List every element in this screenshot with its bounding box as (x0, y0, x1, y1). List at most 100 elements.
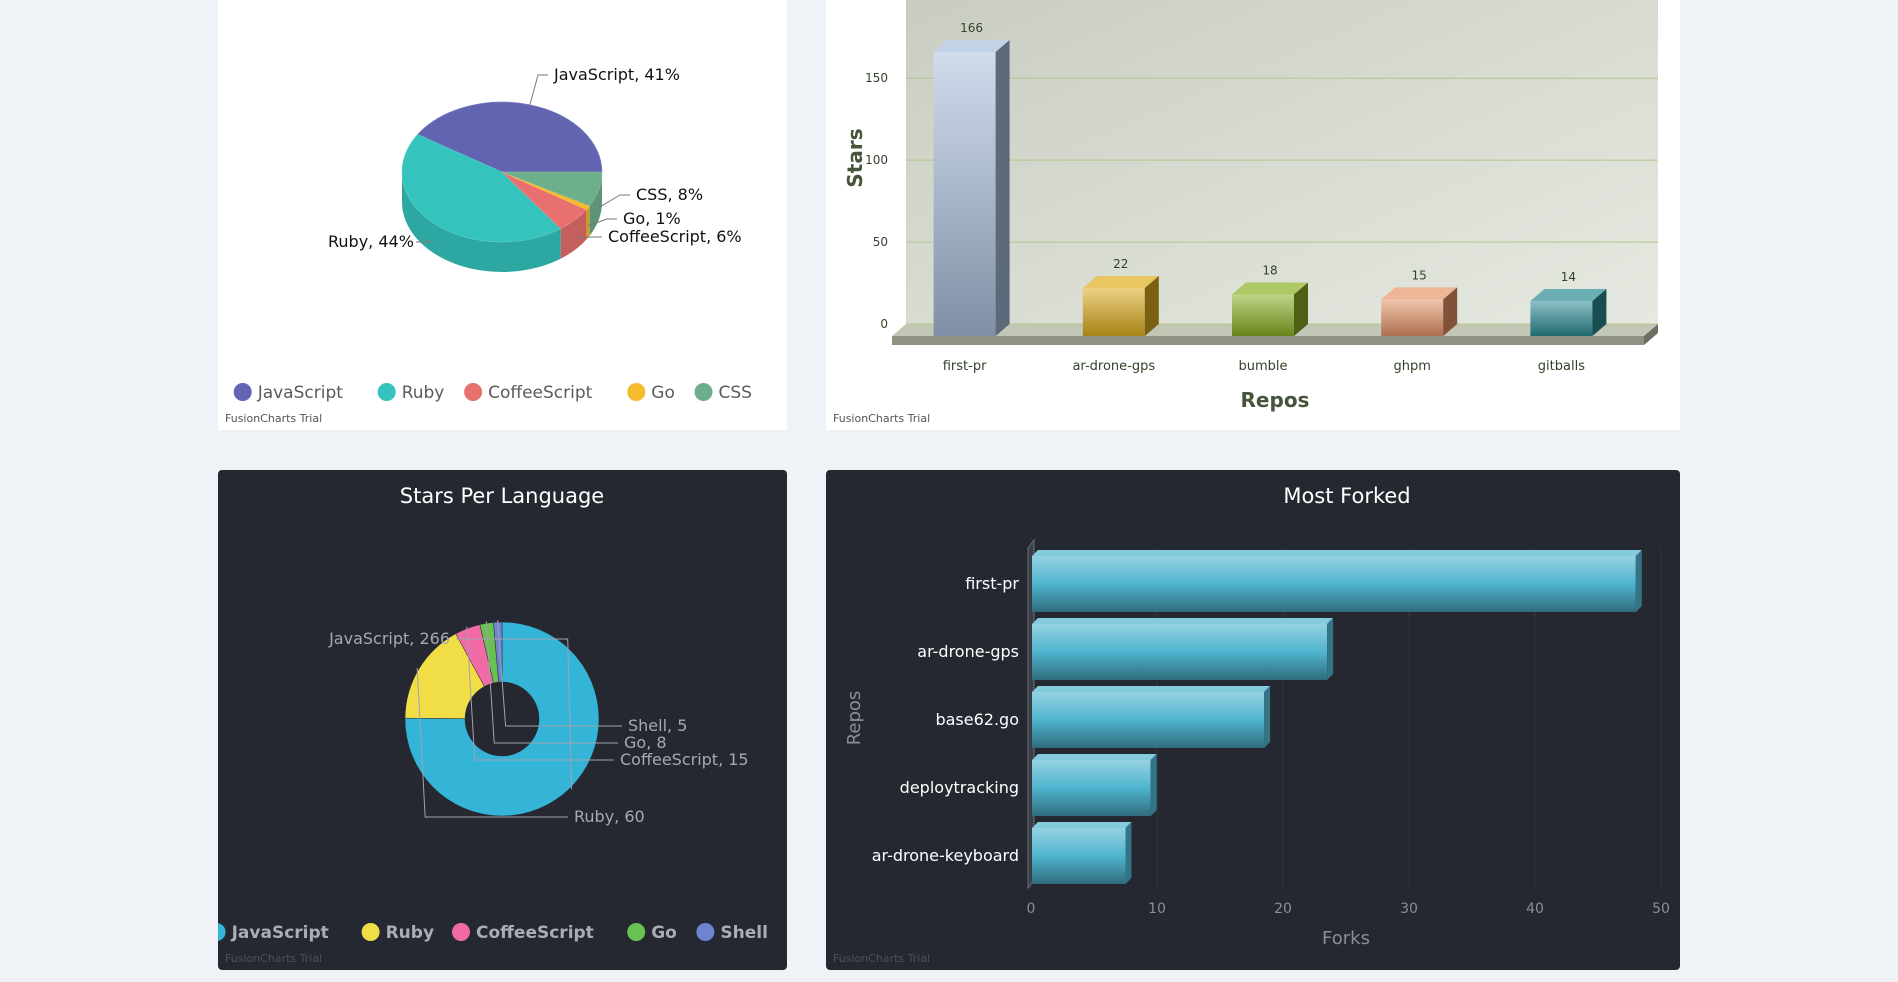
y-tick-label: base62.go (935, 710, 1019, 729)
bar-value-label: 15 (1412, 268, 1427, 282)
bar-front-ghpm (1381, 299, 1444, 336)
bar-side-deploytracking (1150, 754, 1157, 816)
chart-watermark: FusionCharts Trial (225, 952, 323, 965)
stars-bar-card: 0 50 100 150 166 first-pr 22 ar-drone-gps 18 bumb… (826, 0, 1680, 430)
legend-label-go: Go (651, 923, 677, 943)
doughnut-label-coffeescript: CoffeeScript, 15 (620, 750, 749, 769)
pie-label-connector (598, 194, 630, 208)
bar-front-bumble (1232, 294, 1294, 336)
y-tick-label: ar-drone-gps (917, 642, 1019, 661)
legend-marker-ruby (361, 923, 380, 941)
legend-marker-coffeescript (452, 923, 470, 941)
x-tick-label: 10 (1148, 901, 1166, 917)
legend-marker-coffeescript (464, 383, 483, 401)
stars-per-language-card: Stars Per Language JavaScript, 266 Ruby, 6… (218, 470, 787, 970)
y-tick-label: ar-drone-keyboard (872, 846, 1019, 865)
y-tick-label: 150 (865, 71, 888, 85)
pie-label-go: Go, 1% (623, 209, 681, 228)
bar-top-base62-go (1032, 686, 1271, 692)
legend-label-ruby: Ruby (386, 923, 434, 943)
legend-marker-javascript (218, 923, 226, 941)
chart-watermark: FusionCharts Trial (833, 952, 931, 965)
x-tick-label: bumble (1238, 359, 1287, 374)
bar-base62-go (1032, 692, 1265, 748)
bar-ar-drone-gps (1032, 624, 1328, 680)
y-tick-label: deploytracking (900, 778, 1019, 797)
chart-watermark: FusionCharts Trial (225, 412, 323, 425)
legend-marker-ruby (377, 383, 396, 401)
y-tick-label: 0 (880, 317, 888, 331)
y-axis-title: Repos (844, 691, 865, 746)
bar-deploytracking (1032, 760, 1151, 816)
doughnut-label-go: Go, 8 (624, 733, 667, 752)
bar-value-label: 166 (960, 21, 983, 35)
legend-label-css: CSS (719, 383, 752, 403)
bar-front-ar-drone-gps (1082, 287, 1145, 336)
chart-legend: JavaScript Ruby CoffeeScript Go Shell (218, 923, 768, 943)
pie-label-coffeescript: CoffeeScript, 6% (608, 227, 742, 246)
pie-label-connector (529, 74, 548, 105)
doughnut-label-shell: Shell, 5 (628, 716, 687, 735)
plot-floor-front (892, 336, 1644, 345)
legend-marker-go (627, 383, 646, 401)
legend-label-coffeescript: CoffeeScript (476, 923, 594, 943)
y-axis-title: Stars (843, 128, 867, 187)
pie-3d-top (401, 101, 603, 243)
bar-side-ar-drone-keyboard (1125, 822, 1132, 884)
legend-label-go: Go (651, 383, 675, 403)
languages-pie-card: JavaScript, 41% Ruby, 44% CoffeeScript, 6%… (218, 0, 787, 430)
y-tick-label: 100 (865, 153, 888, 167)
bar-value-label: 22 (1113, 257, 1128, 271)
bar-value-label: 14 (1561, 270, 1576, 284)
chart-legend: JavaScript Ruby CoffeeScript Go CSS (233, 383, 752, 403)
legend-label-coffeescript: CoffeeScript (488, 383, 593, 403)
legend-marker-javascript (233, 383, 252, 401)
bar-top-ar-drone-keyboard (1032, 822, 1132, 828)
doughnut-label-javascript: JavaScript, 266 (328, 629, 450, 648)
bar-front-gitballs (1530, 301, 1593, 336)
bar-value-label: 18 (1262, 264, 1277, 278)
legend-label-ruby: Ruby (402, 383, 445, 403)
x-tick-label: gitballs (1538, 359, 1585, 374)
y-tick-label: 50 (873, 235, 888, 249)
bar-side-first-pr (995, 40, 1010, 336)
bar-side-first-pr (1635, 550, 1642, 612)
stars-per-language-chart: Stars Per Language JavaScript, 266 Ruby, 6… (218, 484, 768, 943)
doughnut-label-ruby: Ruby, 60 (574, 807, 645, 826)
legend-marker-css (694, 383, 713, 401)
chart-watermark: FusionCharts Trial (833, 412, 931, 425)
bar-top-deploytracking (1032, 754, 1157, 760)
legend-label-javascript: JavaScript (231, 923, 329, 943)
bar-top-ar-drone-gps (1032, 618, 1334, 624)
x-tick-label: 40 (1526, 901, 1544, 917)
chart-title: Stars Per Language (400, 484, 604, 508)
pie-label-css: CSS, 8% (636, 185, 703, 204)
most-forked-chart: Most Forked 0 10 20 30 40 50 first-pr ar-drone-g… (844, 484, 1670, 949)
bars: first-pr ar-drone-gps base62.go deploytrack… (872, 550, 1642, 884)
legend-marker-shell (696, 923, 715, 941)
x-tick-label: 30 (1400, 901, 1418, 917)
x-axis-title: Repos (1241, 388, 1310, 412)
languages-pie-chart: JavaScript, 41% Ruby, 44% CoffeeScript, 6%… (233, 65, 752, 403)
legend-label-javascript: JavaScript (257, 383, 344, 403)
bar-side-base62-go (1264, 686, 1271, 748)
bar-side-ar-drone-gps (1327, 618, 1334, 680)
x-axis-title: Forks (1322, 928, 1370, 949)
x-tick-label: 0 (1027, 901, 1036, 917)
bar-first-pr (1032, 556, 1636, 612)
most-forked-card: Most Forked 0 10 20 30 40 50 first-pr ar-drone-g… (826, 470, 1680, 970)
plot-background (906, 0, 1658, 324)
pie-label-ruby: Ruby, 44% (328, 232, 414, 251)
stars-bar-chart: 0 50 100 150 166 first-pr 22 ar-drone-gps 18 bumb… (843, 0, 1658, 412)
x-tick-label: 20 (1274, 901, 1292, 917)
bar-ar-drone-keyboard (1032, 828, 1126, 884)
bar-front-first-pr (933, 52, 996, 336)
legend-label-shell: Shell (720, 923, 768, 943)
x-tick-label: ar-drone-gps (1072, 359, 1155, 374)
chart-title: Most Forked (1283, 484, 1410, 508)
bar-top-first-pr (1032, 550, 1642, 556)
x-tick-label: 50 (1652, 901, 1670, 917)
legend-marker-go (627, 923, 646, 941)
pie-label-javascript: JavaScript, 41% (553, 65, 680, 84)
x-tick-label: ghpm (1393, 359, 1430, 374)
